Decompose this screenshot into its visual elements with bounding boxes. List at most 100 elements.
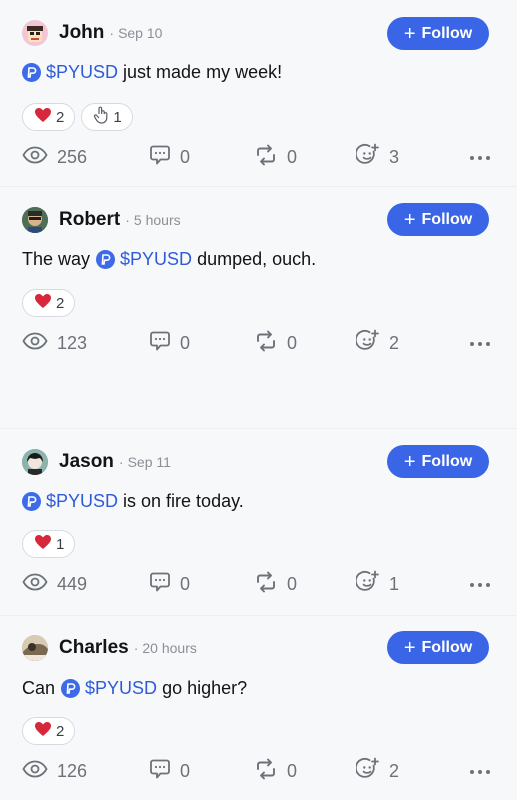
emoji-react-button[interactable]: 2 [354,757,400,786]
post-time: Sep 10 [118,25,163,41]
pyusd-coin-icon [22,63,41,82]
eye-icon [22,332,48,355]
repost-icon [254,144,278,171]
reposts-count: 0 [287,146,298,167]
author-name[interactable]: Robert [59,209,120,231]
follow-button[interactable]: + Follow [387,203,489,236]
more-dots-icon [469,762,491,780]
comment-button[interactable]: 0 [149,759,190,783]
eye-icon [22,760,48,783]
reaction-pill-heart[interactable]: 2 [22,717,76,745]
comment-button[interactable]: 0 [149,331,190,355]
reaction-bar: 2 [22,289,76,317]
comments-count: 0 [180,332,191,353]
comments-count: 0 [180,760,191,781]
author-name[interactable]: Jason [59,451,114,473]
emoji-react-count: 3 [389,146,400,167]
post-text: Can $PYUSD go higher? [22,678,247,699]
add-emoji-icon [354,570,380,599]
post-text: The way $PYUSD dumped, ouch. [22,249,316,270]
reaction-bar: 1 [22,530,76,558]
heart-icon [34,721,52,742]
separator-dot: · [125,212,130,228]
hand-icon [93,106,109,129]
plus-icon: + [403,636,416,659]
comments-count: 0 [180,573,191,594]
author-name[interactable]: John [59,22,104,44]
repost-button[interactable]: 0 [254,144,298,171]
post-time: 20 hours [142,640,197,656]
stats-bar: 123 0 0 2 [22,329,492,357]
post-card[interactable]: John · Sep 10 + Follow $PYUSD just made … [0,0,517,187]
views-stat: 126 [22,759,87,783]
reaction-bar: 2 1 [22,103,133,131]
follow-button[interactable]: + Follow [387,631,489,664]
post-time: Sep 11 [127,454,171,470]
avatar[interactable] [22,449,48,475]
post-text-after: dumped, ouch. [197,249,317,269]
follow-label: Follow [421,210,473,228]
repost-button[interactable]: 0 [254,330,297,357]
author-name[interactable]: Charles [59,637,129,659]
post-feed: John · Sep 10 + Follow $PYUSD just made … [0,0,517,800]
plus-icon: + [403,22,416,45]
reaction-pill-heart[interactable]: 1 [22,530,76,558]
add-emoji-icon [354,143,380,172]
more-options-button[interactable] [468,145,492,169]
follow-button[interactable]: + Follow [387,445,489,478]
comment-icon [149,571,171,598]
emoji-react-button[interactable]: 1 [354,570,399,599]
views-count: 256 [57,146,88,167]
ticker-link[interactable]: $PYUSD [85,678,157,699]
heart-icon [34,293,52,314]
repost-button[interactable]: 0 [254,758,298,785]
post-header: John · Sep 10 [22,13,162,53]
post-text: $PYUSD is on fire today. [22,491,244,512]
separator-dot: · [118,454,124,470]
emoji-react-button[interactable]: 2 [354,329,399,355]
post-text-after: is on fire today. [123,491,244,511]
more-options-button[interactable] [468,331,492,355]
post-card[interactable]: Jason · Sep 11 + Follow $PYUSD is on fir… [0,429,517,616]
repost-icon [254,571,278,598]
reaction-pill-heart[interactable]: 2 [22,289,76,317]
reaction-pill-hand[interactable]: 1 [81,103,133,131]
repost-icon [254,330,278,357]
comment-button[interactable]: 0 [149,145,190,169]
stats-bar: 449 0 0 1 [22,570,492,599]
post-header: Jason · Sep 11 [22,442,171,482]
views-count: 449 [57,573,88,594]
ticker-link[interactable]: $PYUSD [46,62,118,83]
reaction-bar: 2 [22,717,76,745]
views-count: 126 [57,760,88,781]
emoji-react-button[interactable]: 3 [354,143,400,172]
repost-icon [254,758,278,785]
repost-button[interactable]: 0 [254,571,297,598]
pyusd-coin-icon [22,492,41,511]
emoji-react-count: 2 [389,760,400,781]
more-options-button[interactable] [468,759,492,783]
ticker-link[interactable]: $PYUSD [120,249,192,270]
views-stat: 449 [22,572,87,596]
avatar[interactable] [22,635,48,661]
reaction-pill-heart[interactable]: 2 [22,103,76,131]
separator-dot: · [109,25,115,41]
reaction-count: 1 [113,108,122,126]
follow-button[interactable]: + Follow [387,17,489,50]
comment-button[interactable]: 0 [149,572,190,596]
more-dots-icon [469,334,491,352]
avatar[interactable] [22,207,48,233]
add-emoji-icon [354,757,380,786]
post-card[interactable]: Robert · 5 hours + Follow The way $PYUSD… [0,187,517,429]
comment-icon [149,330,171,357]
comments-count: 0 [180,146,191,167]
ticker-link[interactable]: $PYUSD [46,491,118,512]
post-card[interactable]: Charles · 20 hours + Follow Can $PYUSD g… [0,616,517,800]
views-stat: 123 [22,331,87,355]
reposts-count: 0 [287,760,298,781]
post-header: Robert · 5 hours [22,200,181,240]
follow-label: Follow [421,452,473,470]
reaction-count: 1 [56,535,65,553]
avatar[interactable] [22,20,48,46]
more-options-button[interactable] [468,572,492,596]
